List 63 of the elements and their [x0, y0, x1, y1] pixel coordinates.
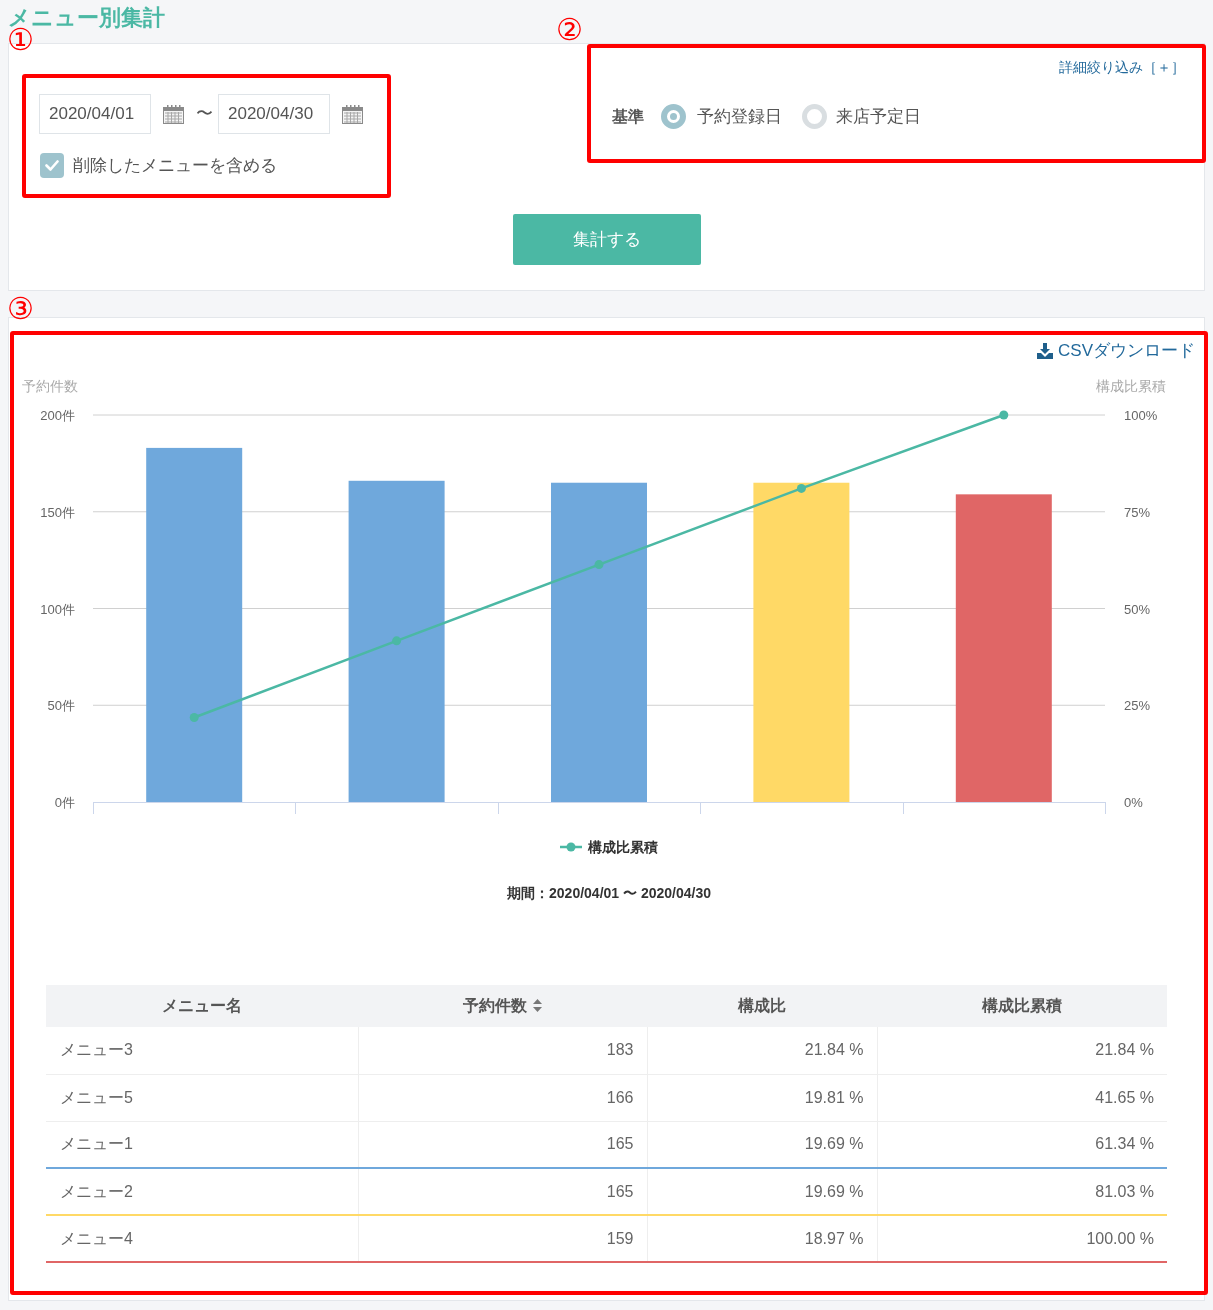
calendar-icon[interactable]	[163, 104, 184, 124]
table-cell: メニュー4	[46, 1215, 358, 1262]
data-point	[594, 560, 604, 570]
column-header: 構成比	[647, 985, 877, 1027]
checkbox-label[interactable]: 削除したメニューを含める	[73, 154, 277, 177]
range-separator: 〜	[196, 103, 214, 125]
table-cell: 61.34 %	[877, 1121, 1167, 1168]
date-field[interactable]: 2020/04/01	[39, 94, 151, 134]
y-tick-label: 200件	[40, 408, 75, 423]
field-label: 基準	[612, 106, 644, 127]
table-cell: 166	[358, 1074, 647, 1121]
data-point	[392, 636, 402, 646]
data-point	[999, 410, 1009, 420]
y-axis-title: 構成比累積	[1096, 378, 1166, 394]
callout-number: ②	[556, 14, 583, 46]
legend-line-icon[interactable]	[560, 842, 582, 852]
filter-link[interactable]: 詳細絞り込み［＋］	[1059, 58, 1185, 76]
radio-button[interactable]	[661, 104, 686, 129]
table-cell: 19.69 %	[647, 1121, 877, 1168]
table-cell: 81.03 %	[877, 1168, 1167, 1215]
y-tick-label: 0件	[54, 795, 75, 810]
table-cell: 19.81 %	[647, 1074, 877, 1121]
y-tick-label: 100%	[1124, 408, 1158, 423]
checkbox[interactable]	[40, 153, 64, 178]
table-cell: メニュー2	[46, 1168, 358, 1215]
column-header: メニュー名	[46, 985, 358, 1027]
table-cell: 165	[358, 1168, 647, 1215]
legend-label[interactable]: 構成比累積	[588, 837, 658, 857]
download-icon	[1037, 343, 1054, 359]
table-cell: 183	[358, 1027, 647, 1074]
table-cell: 41.65 %	[877, 1074, 1167, 1121]
callout-number: ③	[7, 293, 34, 325]
table-cell: 18.97 %	[647, 1215, 877, 1262]
table-cell: メニュー1	[46, 1121, 358, 1168]
table-cell: 21.84 %	[647, 1027, 877, 1074]
table-cell: メニュー3	[46, 1027, 358, 1074]
y-tick-label: 50件	[47, 698, 75, 714]
table-cell: 165	[358, 1121, 647, 1168]
y-tick-label: 25%	[1124, 698, 1151, 714]
radio-label[interactable]: 予約登録日	[697, 105, 782, 128]
csv-download-link[interactable]: CSVダウンロード	[1037, 340, 1195, 362]
y-tick-label: 150件	[40, 504, 75, 520]
y-axis-title: 予約件数	[22, 378, 78, 394]
y-tick-label: 0%	[1124, 795, 1143, 810]
column-header[interactable]: 予約件数	[358, 985, 647, 1027]
radio-label[interactable]: 来店予定日	[836, 105, 921, 128]
y-tick-label: 100件	[40, 601, 75, 617]
table-cell: 100.00 %	[877, 1215, 1167, 1262]
data-point	[189, 713, 199, 722]
chart-subtitle: 期間：2020/04/01 〜 2020/04/30	[507, 884, 711, 903]
column-header: 構成比累積	[877, 985, 1167, 1027]
table-cell: 159	[358, 1215, 647, 1262]
table-cell: メニュー5	[46, 1074, 358, 1121]
y-tick-label: 75%	[1124, 504, 1151, 520]
table-cell: 21.84 %	[877, 1027, 1167, 1074]
radio-button[interactable]	[802, 104, 827, 129]
checkmark-icon	[45, 160, 59, 171]
date-field[interactable]: 2020/04/30	[218, 94, 330, 134]
calendar-icon[interactable]	[342, 104, 363, 124]
sort-icon[interactable]	[533, 999, 542, 1013]
data-point	[796, 483, 806, 493]
table-cell: 19.69 %	[647, 1168, 877, 1215]
y-tick-label: 50%	[1124, 601, 1151, 617]
